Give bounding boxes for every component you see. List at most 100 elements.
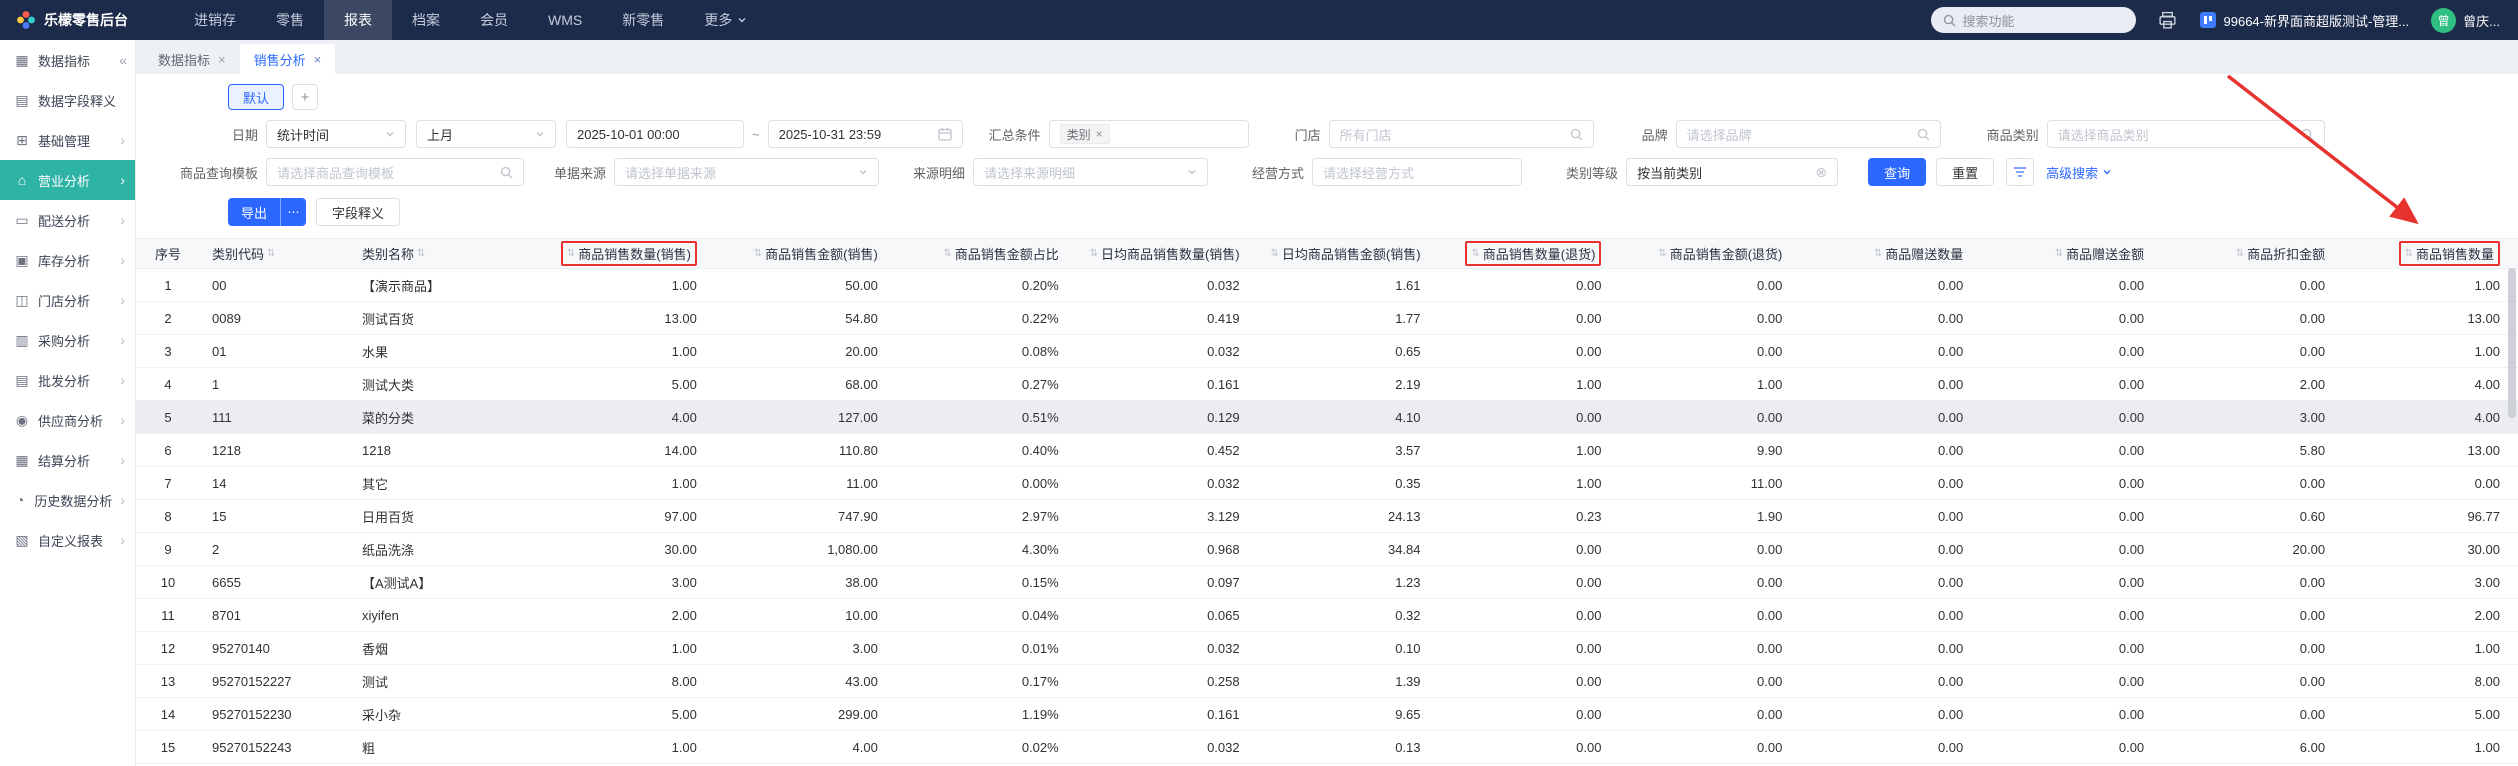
table-row[interactable]: 4 1 测试大类 5.00 68.00 0.27% 0.161 2.19 1.0… — [136, 368, 2518, 401]
mode-filter-input[interactable]: 请选择经营方式 — [1312, 158, 1523, 186]
table-row[interactable]: 1 00 【演示商品】 1.00 50.00 0.20% 0.032 1.61 … — [136, 269, 2518, 302]
close-icon[interactable]: × — [218, 52, 226, 67]
nav-item-wms[interactable]: WMS — [528, 0, 602, 40]
export-more-button[interactable]: ⋯ — [280, 198, 307, 226]
printer-icon[interactable] — [2158, 11, 2177, 30]
col-discount-amount[interactable]: ⇅ 商品折扣金额 — [2156, 244, 2337, 263]
close-icon[interactable]: × — [314, 52, 322, 67]
cell-sales-ratio: 0.00% — [1021, 475, 1059, 491]
table-row[interactable]: 13 95270152227 测试 8.00 43.00 0.17% 0.258… — [136, 665, 2518, 698]
sidebar-item-history-analysis[interactable]: ◔ 历史数据分析 › — [0, 480, 135, 520]
user-menu[interactable]: 曾 曾庆... — [2431, 7, 2500, 33]
col-daily-avg-sales-qty[interactable]: ⇅ 日均商品销售数量(销售) — [1071, 244, 1252, 263]
sort-icon[interactable]: ⇅ — [2055, 248, 2063, 259]
table-row[interactable]: 14 95270152230 采小杂 5.00 299.00 1.19% 0.1… — [136, 698, 2518, 731]
col-gift-qty[interactable]: ⇅ 商品赠送数量 — [1794, 244, 1975, 263]
sort-icon[interactable]: ⇅ — [1658, 248, 1666, 259]
table-row[interactable]: 2 0089 测试百货 13.00 54.80 0.22% 0.419 1.77… — [136, 302, 2518, 335]
sidebar-item-basic-management[interactable]: ⊞ 基础管理 › — [0, 120, 135, 160]
advanced-search-link[interactable]: 高级搜索 — [2046, 163, 2112, 182]
table-row[interactable]: 15 95270152243 粗 1.00 4.00 0.02% 0.032 0… — [136, 731, 2518, 764]
sidebar-item-delivery-analysis[interactable]: ▭ 配送分析 › — [0, 200, 135, 240]
col-gift-amount[interactable]: ⇅ 商品赠送金额 — [1975, 244, 2156, 263]
level-filter-select[interactable]: 按当前类别 ⊗ — [1626, 158, 1839, 186]
sidebar-item-business-analysis[interactable]: ⌂ 营业分析 › — [0, 160, 135, 200]
sidebar-item-purchase-analysis[interactable]: ▥ 采购分析 › — [0, 320, 135, 360]
add-preset-button[interactable]: + — [292, 84, 319, 110]
scrollbar-thumb[interactable] — [2508, 268, 2516, 418]
table-row[interactable]: 3 01 水果 1.00 20.00 0.08% 0.032 0.65 0.00… — [136, 335, 2518, 368]
nav-item-purchase-sale-stock[interactable]: 进销存 — [174, 0, 256, 40]
sort-icon[interactable]: ⇅ — [417, 248, 425, 259]
table-row[interactable]: 6 1218 1218 14.00 110.80 0.40% 0.452 3.5… — [136, 434, 2518, 467]
sort-icon[interactable]: ⇅ — [2405, 248, 2413, 259]
source-filter-select[interactable]: 请选择单据来源 — [614, 158, 880, 186]
sort-icon[interactable]: ⇅ — [1471, 248, 1479, 259]
col-net-sales-qty[interactable]: ⇅ 商品销售数量 — [2337, 241, 2518, 266]
table-row[interactable]: 7 14 其它 1.00 11.00 0.00% 0.032 0.35 1.00… — [136, 467, 2518, 500]
store-selector[interactable]: 99664-新界面商超版测试-管理... — [2199, 11, 2409, 30]
nav-item-archives[interactable]: 档案 — [392, 0, 460, 40]
date-from-input[interactable]: 2025-10-01 00:00 — [566, 120, 744, 148]
nav-item-reports[interactable]: 报表 — [324, 0, 392, 40]
col-sales-amount[interactable]: ⇅ 商品销售金额(销售) — [709, 244, 890, 263]
col-return-qty[interactable]: ⇅ 商品销售数量(退货) — [1433, 241, 1614, 266]
sidebar-item-field-definitions[interactable]: ▤ 数据字段释义 — [0, 80, 135, 120]
global-search-input[interactable]: 搜索功能 — [1930, 7, 2136, 33]
sidebar-item-store-analysis[interactable]: ◫ 门店分析 › — [0, 280, 135, 320]
table-row[interactable]: 11 8701 xiyifen 2.00 10.00 0.04% 0.065 0… — [136, 599, 2518, 632]
sidebar-item-data-metrics[interactable]: ▦ 数据指标 « — [0, 40, 135, 80]
sort-icon[interactable]: ⇅ — [943, 248, 951, 259]
nav-item-new-retail[interactable]: 新零售 — [602, 0, 684, 40]
sort-icon[interactable]: ⇅ — [754, 248, 762, 259]
remove-tag-icon[interactable]: × — [1096, 127, 1103, 141]
table-row[interactable]: 5 111 菜的分类 4.00 127.00 0.51% 0.129 4.10 … — [136, 401, 2518, 434]
brand-filter-input[interactable]: 请选择品牌 — [1675, 120, 1941, 148]
store-filter-input[interactable]: 所有门店 — [1328, 120, 1594, 148]
col-return-amount[interactable]: ⇅ 商品销售金额(退货) — [1613, 244, 1794, 263]
sort-icon[interactable]: ⇅ — [1874, 248, 1882, 259]
category-filter-input[interactable]: 请选择商品类别 — [2046, 120, 2325, 148]
summary-condition-input[interactable]: 类别 × — [1048, 120, 1249, 148]
col-sales-amount-ratio[interactable]: ⇅ 商品销售金额占比 — [890, 244, 1071, 263]
collapse-sidebar-icon[interactable]: « — [119, 52, 127, 68]
sort-icon[interactable]: ⇅ — [1090, 248, 1098, 259]
clear-icon[interactable]: ⊗ — [1815, 164, 1827, 181]
sidebar-item-inventory-analysis[interactable]: ▣ 库存分析 › — [0, 240, 135, 280]
period-select[interactable]: 上月 — [416, 120, 556, 148]
field-definition-button[interactable]: 字段释义 — [316, 198, 401, 226]
vertical-scrollbar[interactable] — [2508, 268, 2516, 762]
template-filter-input[interactable]: 请选择商品查询模板 — [266, 158, 524, 186]
table-row[interactable]: 12 95270140 香烟 1.00 3.00 0.01% 0.032 0.1… — [136, 632, 2518, 665]
sidebar-item-supplier-analysis[interactable]: ◉ 供应商分析 › — [0, 400, 135, 440]
sort-icon[interactable]: ⇅ — [567, 248, 575, 259]
sidebar-item-wholesale-analysis[interactable]: ▤ 批发分析 › — [0, 360, 135, 400]
chevron-right-icon: › — [120, 452, 125, 468]
nav-item-members[interactable]: 会员 — [460, 0, 528, 40]
sidebar-item-settlement-analysis[interactable]: ▦ 结算分析 › — [0, 440, 135, 480]
sort-icon[interactable]: ⇅ — [1270, 248, 1278, 259]
nav-item-more[interactable]: 更多 — [684, 0, 767, 40]
tab-data-metrics[interactable]: 数据指标 × — [144, 44, 240, 74]
stat-time-select[interactable]: 统计时间 — [266, 120, 406, 148]
date-to-input[interactable]: 2025-10-31 23:59 — [767, 120, 963, 148]
cell-seq: 7 — [164, 475, 172, 491]
export-button[interactable]: 导出 — [228, 198, 281, 226]
sort-icon[interactable]: ⇅ — [267, 248, 275, 259]
table-row[interactable]: 10 6655 【A测试A】 3.00 38.00 0.15% 0.097 1.… — [136, 566, 2518, 599]
preset-default-button[interactable]: 默认 — [228, 84, 285, 110]
table-row[interactable]: 9 2 纸品洗涤 30.00 1,080.00 4.30% 0.968 34.8… — [136, 533, 2518, 566]
sort-icon[interactable]: ⇅ — [2236, 248, 2244, 259]
table-row[interactable]: 8 15 日用百货 97.00 747.90 2.97% 3.129 24.13… — [136, 500, 2518, 533]
col-category-name[interactable]: 类别名称 ⇅ — [350, 244, 528, 263]
reset-button[interactable]: 重置 — [1936, 158, 1995, 186]
column-settings-button[interactable] — [2006, 158, 2035, 186]
col-category-code[interactable]: 类别代码 ⇅ — [200, 244, 350, 263]
query-button[interactable]: 查询 — [1868, 158, 1927, 186]
source-detail-filter-select[interactable]: 请选择来源明细 — [973, 158, 1209, 186]
col-daily-avg-sales-amount[interactable]: ⇅ 日均商品销售金额(销售) — [1252, 244, 1433, 263]
sidebar-item-custom-reports[interactable]: ▧ 自定义报表 › — [0, 520, 135, 560]
col-sales-qty[interactable]: ⇅ 商品销售数量(销售) — [528, 241, 709, 266]
tab-sales-analysis[interactable]: 销售分析 × — [239, 44, 336, 74]
nav-item-retail[interactable]: 零售 — [256, 0, 324, 40]
